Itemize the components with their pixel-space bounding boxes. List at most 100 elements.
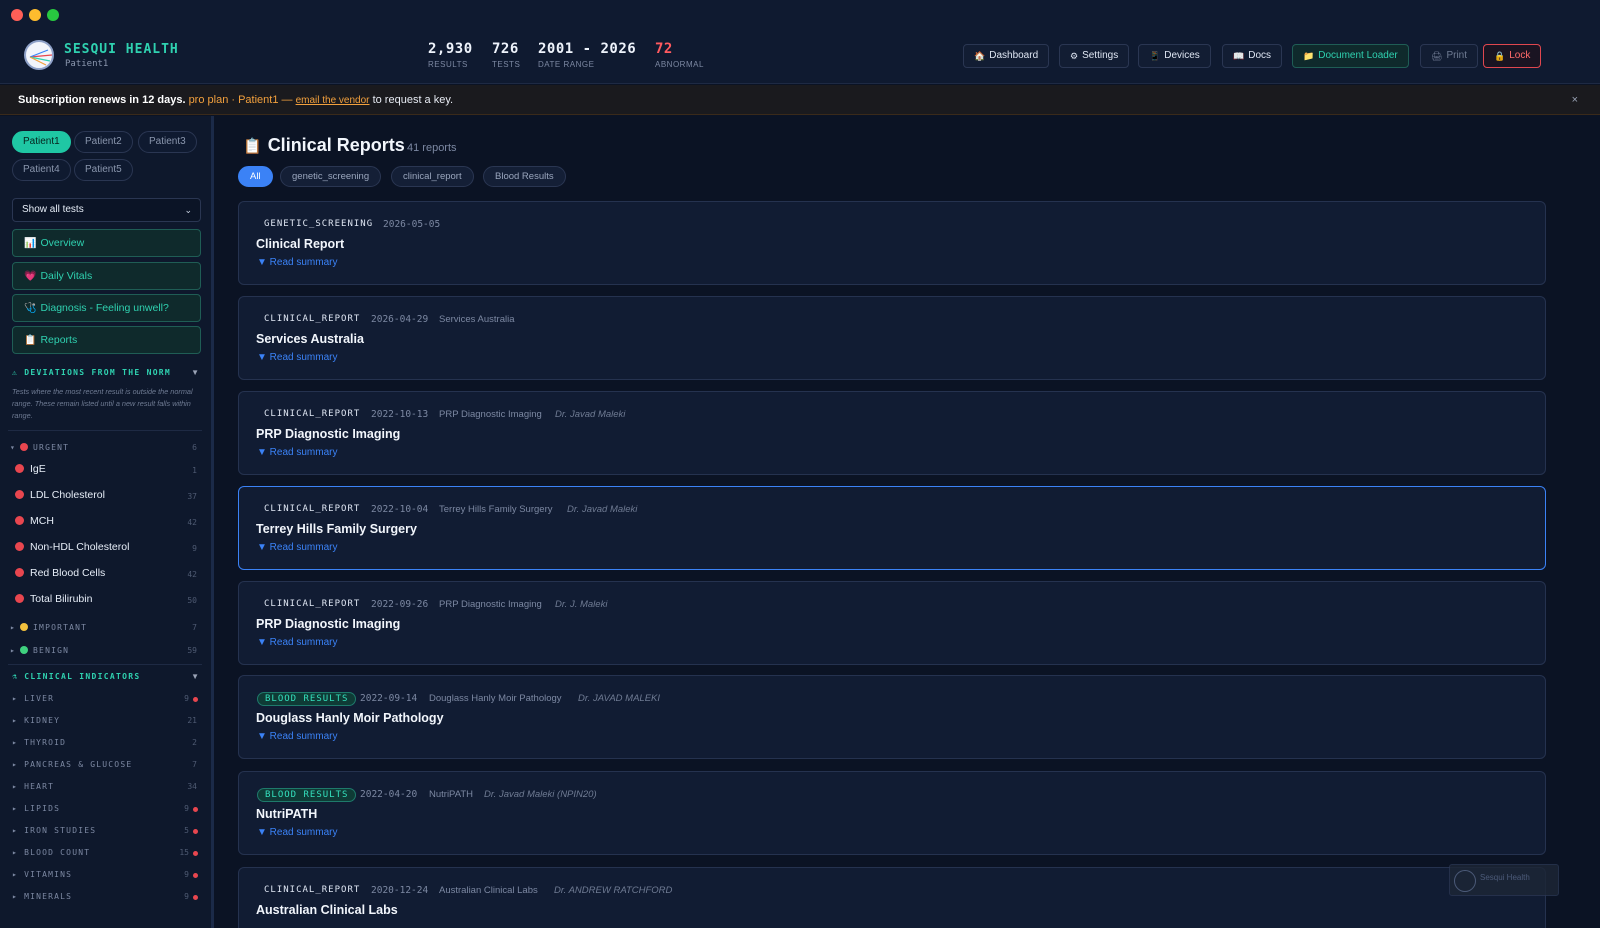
deviation-item-non-hdl[interactable]: Non-HDL Cholesterol xyxy=(15,541,129,553)
nav-overview[interactable]: 📊 Overview xyxy=(12,229,201,257)
test-filter-value: Show all tests xyxy=(22,204,84,215)
report-card[interactable]: BLOOD RESULTS 2022-09-14 Douglass Hanly … xyxy=(238,675,1546,759)
nav-diagnosis[interactable]: 🩺 Diagnosis - Feeling unwell? xyxy=(12,294,201,322)
filter-blood-results[interactable]: Blood Results xyxy=(483,166,566,187)
report-doctor: Dr. Javad Maleki xyxy=(567,504,638,515)
alert-dot-icon xyxy=(193,697,198,702)
patient-tab-1[interactable]: Patient1 xyxy=(12,131,71,153)
indicator-liver[interactable]: ▸ LIVER xyxy=(12,694,54,703)
stat-date-range: 2001 - 2026 DATE RANGE xyxy=(538,41,637,69)
close-window-button[interactable] xyxy=(11,9,23,21)
green-dot-icon xyxy=(20,646,29,654)
caret-right-icon: ▸ xyxy=(12,826,19,835)
report-card[interactable]: CLINICAL_REPORT 2022-09-26 PRP Diagnosti… xyxy=(238,581,1546,665)
report-card[interactable]: CLINICAL_REPORT 2026-04-29 Services Aust… xyxy=(238,296,1546,380)
patient-tab-3[interactable]: Patient3 xyxy=(138,131,197,153)
urgent-group-toggle[interactable]: ▾ URGENT xyxy=(10,443,69,452)
report-source: Douglass Hanly Moir Pathology xyxy=(429,693,562,704)
minimize-window-button[interactable] xyxy=(29,9,41,21)
deviation-count: 42 xyxy=(187,518,197,527)
lock-icon: 🔒 xyxy=(1494,51,1506,61)
benign-count: 59 xyxy=(187,646,197,655)
page-title: 📋 Clinical Reports xyxy=(243,135,405,155)
indicator-pancreas-glucose[interactable]: ▸ PANCREAS & GLUCOSE xyxy=(12,760,132,769)
stat-results: 2,930 RESULTS xyxy=(428,41,473,69)
nav-reports[interactable]: 📋 Reports xyxy=(12,326,201,354)
urgent-count: 6 xyxy=(192,443,197,452)
deviation-item-ldl[interactable]: LDL Cholesterol xyxy=(15,489,105,501)
deviations-section-header[interactable]: ⚠ DEVIATIONS FROM THE NORM xyxy=(12,368,171,377)
indicator-vitamins[interactable]: ▸ VITAMINS xyxy=(12,870,72,879)
caret-right-icon: ▸ xyxy=(12,892,19,901)
chevron-down-icon: ⌄ xyxy=(184,205,192,215)
deviation-item-rbc[interactable]: Red Blood Cells xyxy=(15,567,105,579)
dashboard-button[interactable]: 🏠 Dashboard xyxy=(963,44,1050,68)
maximize-window-button[interactable] xyxy=(47,9,59,21)
docs-button[interactable]: 📖 Docs xyxy=(1222,44,1283,68)
indicator-iron-studies[interactable]: ▸ IRON STUDIES xyxy=(12,826,96,835)
report-title: PRP Diagnostic Imaging xyxy=(256,617,401,631)
indicator-kidney[interactable]: ▸ KIDNEY xyxy=(12,716,60,725)
report-card-selected[interactable]: CLINICAL_REPORT 2022-10-04 Terrey Hills … xyxy=(238,486,1546,570)
red-dot-icon xyxy=(15,464,24,473)
close-banner-button[interactable]: × xyxy=(1572,85,1578,115)
deviations-collapse-icon[interactable]: ▼ xyxy=(191,368,199,377)
read-summary-toggle[interactable]: ▼ Read summary xyxy=(257,447,337,458)
deviation-count: 1 xyxy=(192,466,197,475)
caret-right-icon: ▸ xyxy=(10,646,17,655)
print-button[interactable]: 🖨 Print xyxy=(1420,44,1478,68)
book-icon: 📖 xyxy=(1233,51,1245,61)
indicator-lipids[interactable]: ▸ LIPIDS xyxy=(12,804,60,813)
report-source: PRP Diagnostic Imaging xyxy=(439,599,542,610)
stat-tests: 726 TESTS xyxy=(492,41,521,69)
read-summary-toggle[interactable]: ▼ Read summary xyxy=(257,637,337,648)
read-summary-toggle[interactable]: ▼ Read summary xyxy=(257,542,337,553)
indicator-heart[interactable]: ▸ HEART xyxy=(12,782,54,791)
read-summary-toggle[interactable]: ▼ Read summary xyxy=(257,352,337,363)
read-summary-toggle[interactable]: ▼ Read summary xyxy=(257,827,337,838)
alert-dot-icon xyxy=(193,873,198,878)
clinical-collapse-icon[interactable]: ▼ xyxy=(191,672,199,681)
patient-tab-5[interactable]: Patient5 xyxy=(74,159,133,181)
indicator-blood-count[interactable]: ▸ BLOOD COUNT xyxy=(12,848,90,857)
indicator-minerals[interactable]: ▸ MINERALS xyxy=(12,892,72,901)
report-date: 2022-10-13 xyxy=(371,409,429,420)
lock-button[interactable]: 🔒 Lock xyxy=(1483,44,1542,68)
filter-all[interactable]: All xyxy=(238,166,273,187)
deviation-item-ige[interactable]: IgE xyxy=(15,463,46,475)
red-dot-icon xyxy=(15,542,24,551)
divider xyxy=(8,664,202,665)
patient-tab-4[interactable]: Patient4 xyxy=(12,159,71,181)
report-card[interactable]: CLINICAL_REPORT 2020-12-24 Australian Cl… xyxy=(238,867,1546,928)
report-date: 2022-09-26 xyxy=(371,599,429,610)
indicator-count: 9 xyxy=(184,694,189,703)
filter-genetic-screening[interactable]: genetic_screening xyxy=(280,166,382,187)
benign-group-toggle[interactable]: ▸ BENIGN xyxy=(10,646,69,655)
report-card[interactable]: BLOOD RESULTS 2022-04-20 NutriPATH Dr. J… xyxy=(238,771,1546,855)
report-card[interactable]: GENETIC_SCREENING 2026-05-05 Clinical Re… xyxy=(238,201,1546,285)
important-group-toggle[interactable]: ▸ IMPORTANT xyxy=(10,623,87,632)
deviation-item-mch[interactable]: MCH xyxy=(15,515,54,527)
red-dot-icon xyxy=(15,490,24,499)
clinical-indicators-header[interactable]: ⚗ CLINICAL INDICATORS xyxy=(12,672,140,681)
report-card[interactable]: CLINICAL_REPORT 2022-10-13 PRP Diagnosti… xyxy=(238,391,1546,475)
nav-daily-vitals[interactable]: 💗 Daily Vitals xyxy=(12,262,201,290)
indicator-thyroid[interactable]: ▸ THYROID xyxy=(12,738,66,747)
document-loader-button[interactable]: 📁 Document Loader xyxy=(1292,44,1409,68)
report-date: 2022-10-04 xyxy=(371,504,429,515)
filter-clinical-report[interactable]: clinical_report xyxy=(391,166,474,187)
settings-button[interactable]: ⚙ Settings xyxy=(1059,44,1130,68)
indicator-count: 9 xyxy=(184,870,189,879)
devices-button[interactable]: 📱 Devices xyxy=(1138,44,1211,68)
email-vendor-link[interactable]: email the vendor xyxy=(296,95,370,106)
test-filter-select[interactable]: Show all tests ⌄ xyxy=(12,198,201,222)
window-titlebar xyxy=(0,0,1600,30)
printer-icon: 🖨 xyxy=(1431,51,1443,61)
report-type-tag: BLOOD RESULTS xyxy=(257,692,357,706)
deviation-item-bilirubin[interactable]: Total Bilirubin xyxy=(15,593,92,605)
clipboard-icon: 📋 xyxy=(243,138,262,155)
read-summary-toggle[interactable]: ▼ Read summary xyxy=(257,257,337,268)
alert-dot-icon xyxy=(193,851,198,856)
patient-tab-2[interactable]: Patient2 xyxy=(74,131,133,153)
read-summary-toggle[interactable]: ▼ Read summary xyxy=(257,731,337,742)
